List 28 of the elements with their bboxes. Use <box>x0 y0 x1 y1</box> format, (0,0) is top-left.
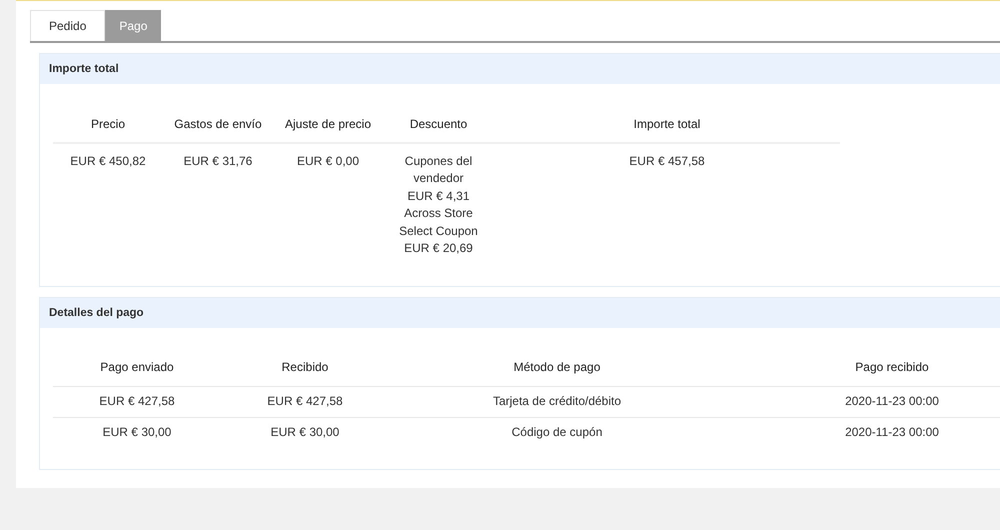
section-title: Importe total <box>40 54 1000 84</box>
column-header: Pago enviado <box>53 348 221 387</box>
discount-line: EUR € 20,69 <box>403 240 474 258</box>
column-header: Descuento <box>383 106 494 143</box>
table-cell: 2020-11-23 00:00 <box>725 417 1000 448</box>
column-header: Pago recibido <box>725 348 1000 387</box>
table-cell: 2020-11-23 00:00 <box>725 386 1000 418</box>
column-header: Ajuste de precio <box>273 106 383 143</box>
tab[interactable]: Pedido <box>30 10 106 41</box>
column-header: Recibido <box>221 348 389 387</box>
discount-line: EUR € 4,31 <box>406 188 471 205</box>
table-cell: EUR € 427,58 <box>53 386 221 418</box>
column-header: Gastos de envío <box>163 106 273 143</box>
column-header: Importe total <box>494 106 840 143</box>
table-cell: EUR € 450,82 <box>53 143 163 264</box>
table-cell: EUR € 427,58 <box>221 386 389 418</box>
table-cell: EUR € 457,58 <box>494 143 840 264</box>
table-cell: EUR € 0,00 <box>273 143 383 264</box>
section-title: Detalles del pago <box>40 298 1000 328</box>
table-cell: EUR € 30,00 <box>53 417 221 448</box>
column-header: Método de pago <box>389 348 725 387</box>
table-cell: EUR € 31,76 <box>163 143 273 264</box>
table-cell: EUR € 30,00 <box>221 417 389 448</box>
table-cell: Tarjeta de crédito/débito <box>389 386 725 418</box>
discount-line: Across Store Select Coupon <box>398 205 479 240</box>
table-cell: Código de cupón <box>389 417 725 448</box>
discount-line: Cupones del vendedor <box>404 153 474 188</box>
column-header: Precio <box>53 106 163 143</box>
